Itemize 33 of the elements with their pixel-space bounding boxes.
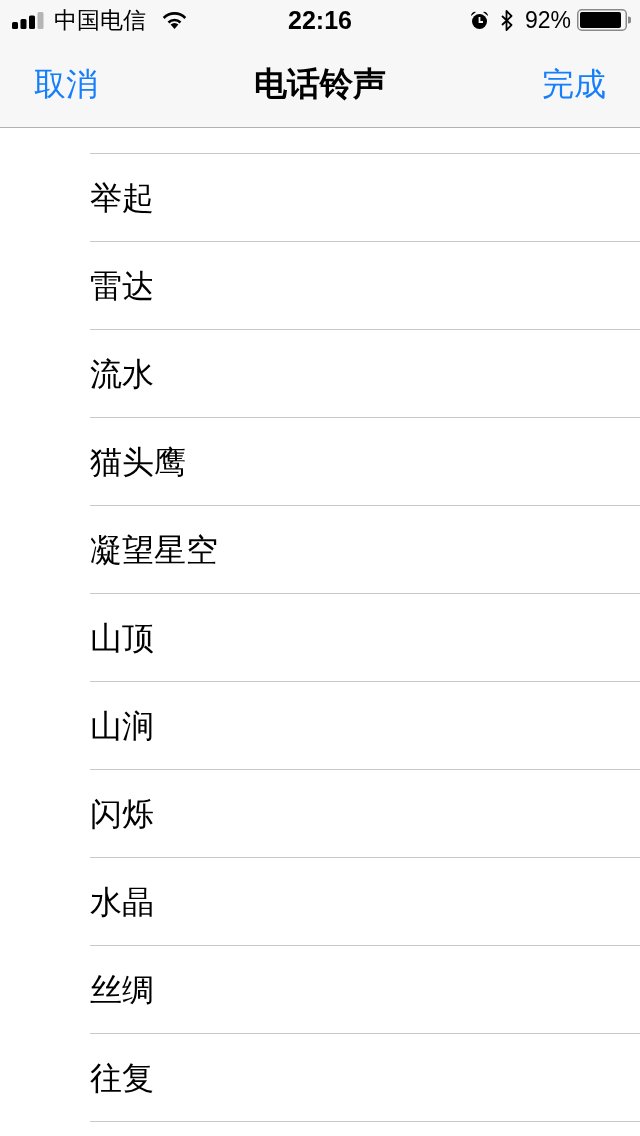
ringtone-name: 山顶 — [90, 621, 154, 654]
ringtone-name: 往复 — [90, 1061, 154, 1094]
ringtone-row[interactable]: 山涧 — [90, 682, 640, 770]
ringtone-row[interactable]: 猫头鹰 — [90, 418, 640, 506]
alarm-clock-icon — [469, 10, 489, 30]
ringtone-name: 雷达 — [90, 269, 154, 302]
ringtone-row[interactable]: 闪烁 — [90, 770, 640, 858]
ringtone-name: 举起 — [90, 181, 154, 214]
ringtone-row[interactable]: 水晶 — [90, 858, 640, 946]
ringtone-name: 山涧 — [90, 709, 154, 742]
bluetooth-icon — [500, 9, 513, 31]
ringtone-row[interactable]: 凝望星空 — [90, 506, 640, 594]
ringtone-row[interactable]: 流水 — [90, 330, 640, 418]
ringtone-name: 猫头鹰 — [90, 445, 186, 478]
ringtone-row[interactable]: 山顶 — [90, 594, 640, 682]
ringtone-name: 流水 — [90, 357, 154, 390]
wifi-icon — [162, 11, 187, 29]
ringtone-row[interactable]: 丝绸 — [90, 946, 640, 1034]
carrier-name: 中国电信 — [54, 8, 146, 32]
status-time: 22:16 — [288, 7, 352, 33]
ringtone-name: 丝绸 — [90, 973, 154, 1006]
ringtone-name: 水晶 — [90, 885, 154, 918]
ringtone-row[interactable]: 举起 — [90, 154, 640, 242]
cancel-button[interactable]: 取消 — [34, 67, 98, 100]
ringtone-name: 凝望星空 — [90, 533, 218, 566]
battery-percentage: 92% — [524, 8, 571, 32]
screen-title: 电话铃声 — [254, 67, 386, 100]
ringtone-row[interactable]: 雷达 — [90, 242, 640, 330]
done-button[interactable]: 完成 — [542, 67, 606, 100]
battery-icon — [577, 9, 631, 31]
ringtone-row[interactable]: 往复 — [90, 1034, 640, 1122]
signal-bars-icon — [12, 11, 44, 29]
ringtone-name: 闪烁 — [90, 797, 154, 830]
